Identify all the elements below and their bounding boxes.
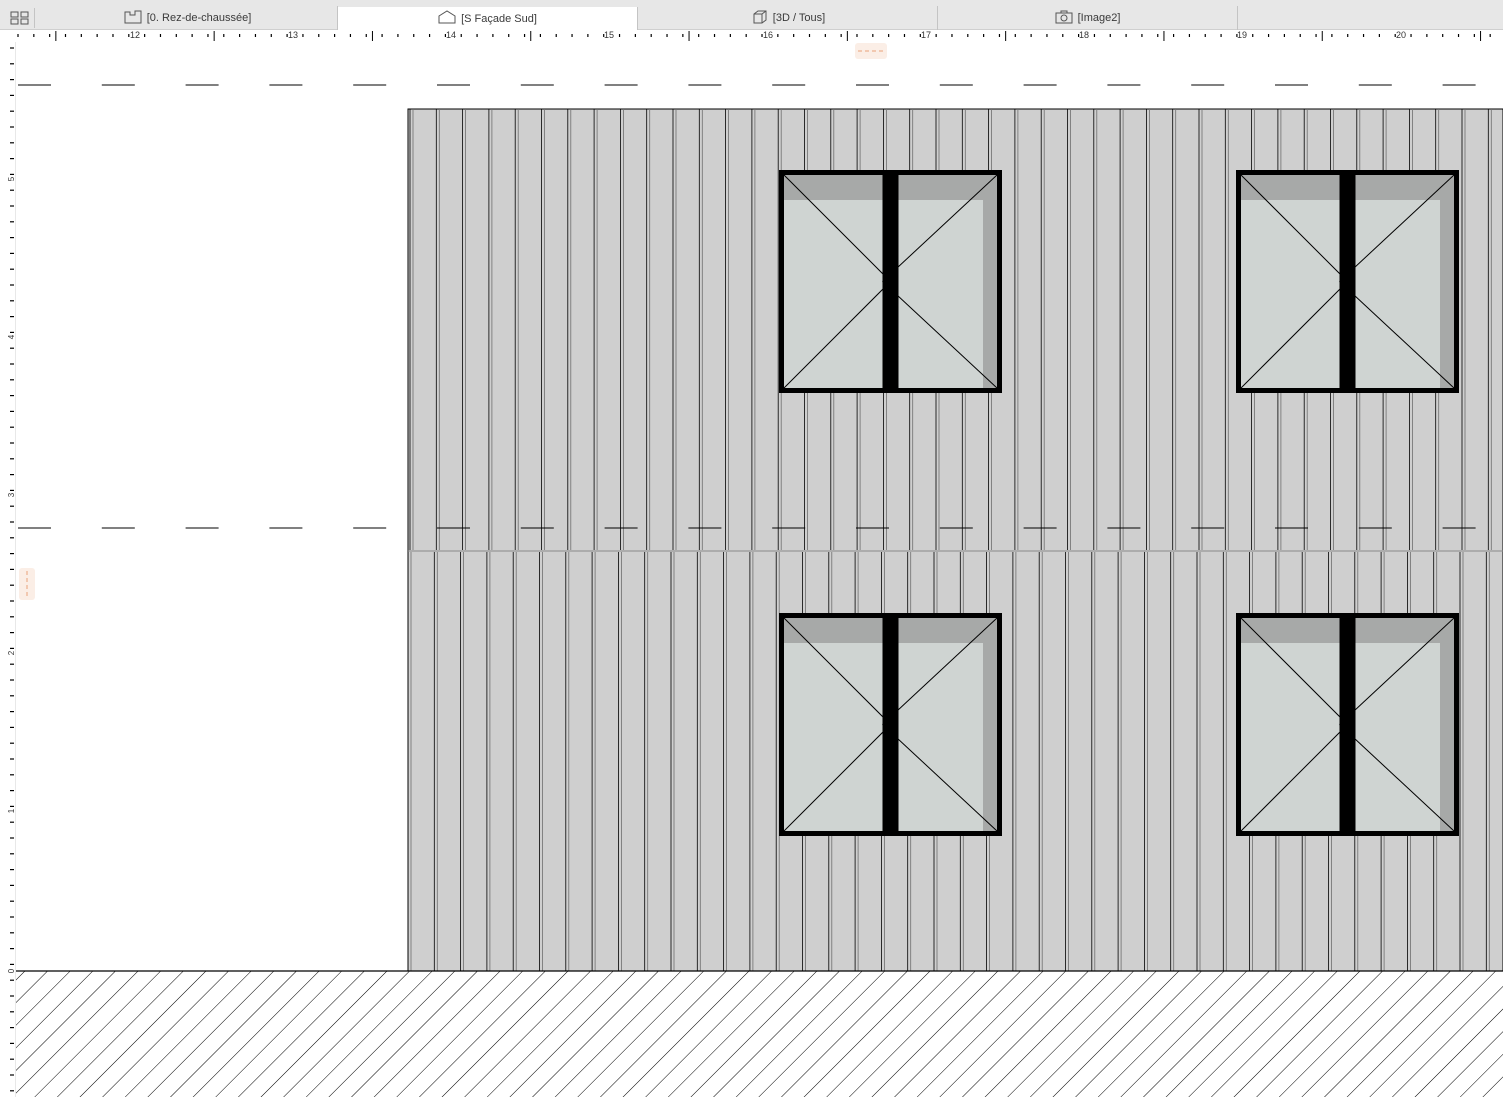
ruler-label: 16 [763,30,773,40]
ruler-label: 17 [921,30,931,40]
window[interactable] [1236,170,1459,393]
tab-elevation[interactable]: [S Façade Sud] [338,7,638,30]
section-marker-left[interactable] [19,568,35,600]
ruler-label: 3 [7,492,16,497]
ruler-label: 20 [1396,30,1406,40]
ruler-label: 13 [288,30,298,40]
ruler-label: 12 [130,30,140,40]
ruler-label: 1 [7,808,16,813]
ruler-label: 0 [7,968,16,973]
tab-label: [S Façade Sud] [461,12,537,25]
ruler-horizontal[interactable]: 12 13 14 15 16 17 18 19 20 [0,30,1503,42]
tab-label: [0. Rez-de-chaussée] [146,12,252,24]
ruler-label: 5 [7,176,16,181]
ruler-label: 14 [446,30,456,40]
ruler-label: 4 [7,334,16,339]
tab-label: [Image2] [1077,12,1121,24]
ruler-label: 18 [1079,30,1089,40]
grid-icon [10,11,29,25]
camera-icon [1055,10,1073,27]
ruler-vertical[interactable]: 5 4 3 2 1 0 [0,42,16,1097]
ruler-label: 2 [7,650,16,655]
tab-floor-plan[interactable]: [0. Rez-de-chaussée] [38,6,338,30]
ruler-label: 15 [604,30,614,40]
window[interactable] [779,613,1002,836]
ground-hatch [16,971,1503,1097]
floor-plan-icon [124,10,142,27]
elevation-icon [438,10,456,27]
elevation-canvas[interactable] [0,0,1503,1097]
tab-overview-button[interactable] [6,8,35,28]
ruler-label: 19 [1237,30,1247,40]
view-tab-bar: [0. Rez-de-chaussée] [S Façade Sud] [3D … [0,0,1503,30]
tab-label: [3D / Tous] [772,12,826,24]
window[interactable] [1236,613,1459,836]
tab-image[interactable]: [Image2] [938,6,1238,30]
3d-view-icon [750,10,768,27]
section-marker-top[interactable] [855,43,887,59]
tab-3d[interactable]: [3D / Tous] [638,6,938,30]
window[interactable] [779,170,1002,393]
